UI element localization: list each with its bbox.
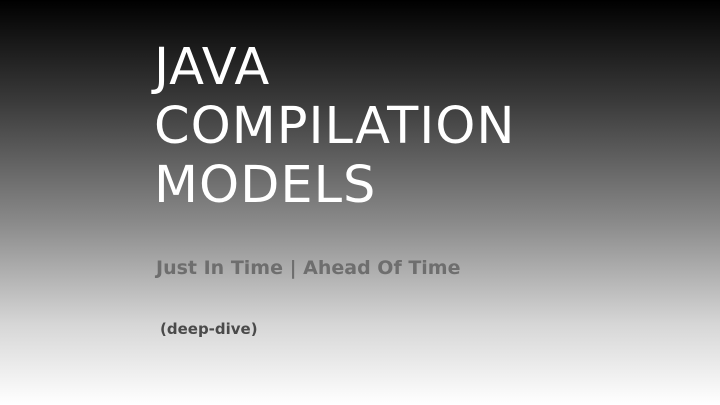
title-line-3: MODELS [154, 156, 377, 215]
slide-note: (deep-dive) [160, 320, 258, 338]
title-line-1: JAVA [154, 38, 271, 97]
title-slide: JAVA COMPILATION MODELS Just In Time | A… [0, 0, 720, 405]
slide-subtitle: Just In Time | Ahead Of Time [156, 257, 461, 279]
slide-title: JAVA COMPILATION MODELS [154, 38, 516, 215]
title-line-2: COMPILATION [154, 97, 516, 156]
